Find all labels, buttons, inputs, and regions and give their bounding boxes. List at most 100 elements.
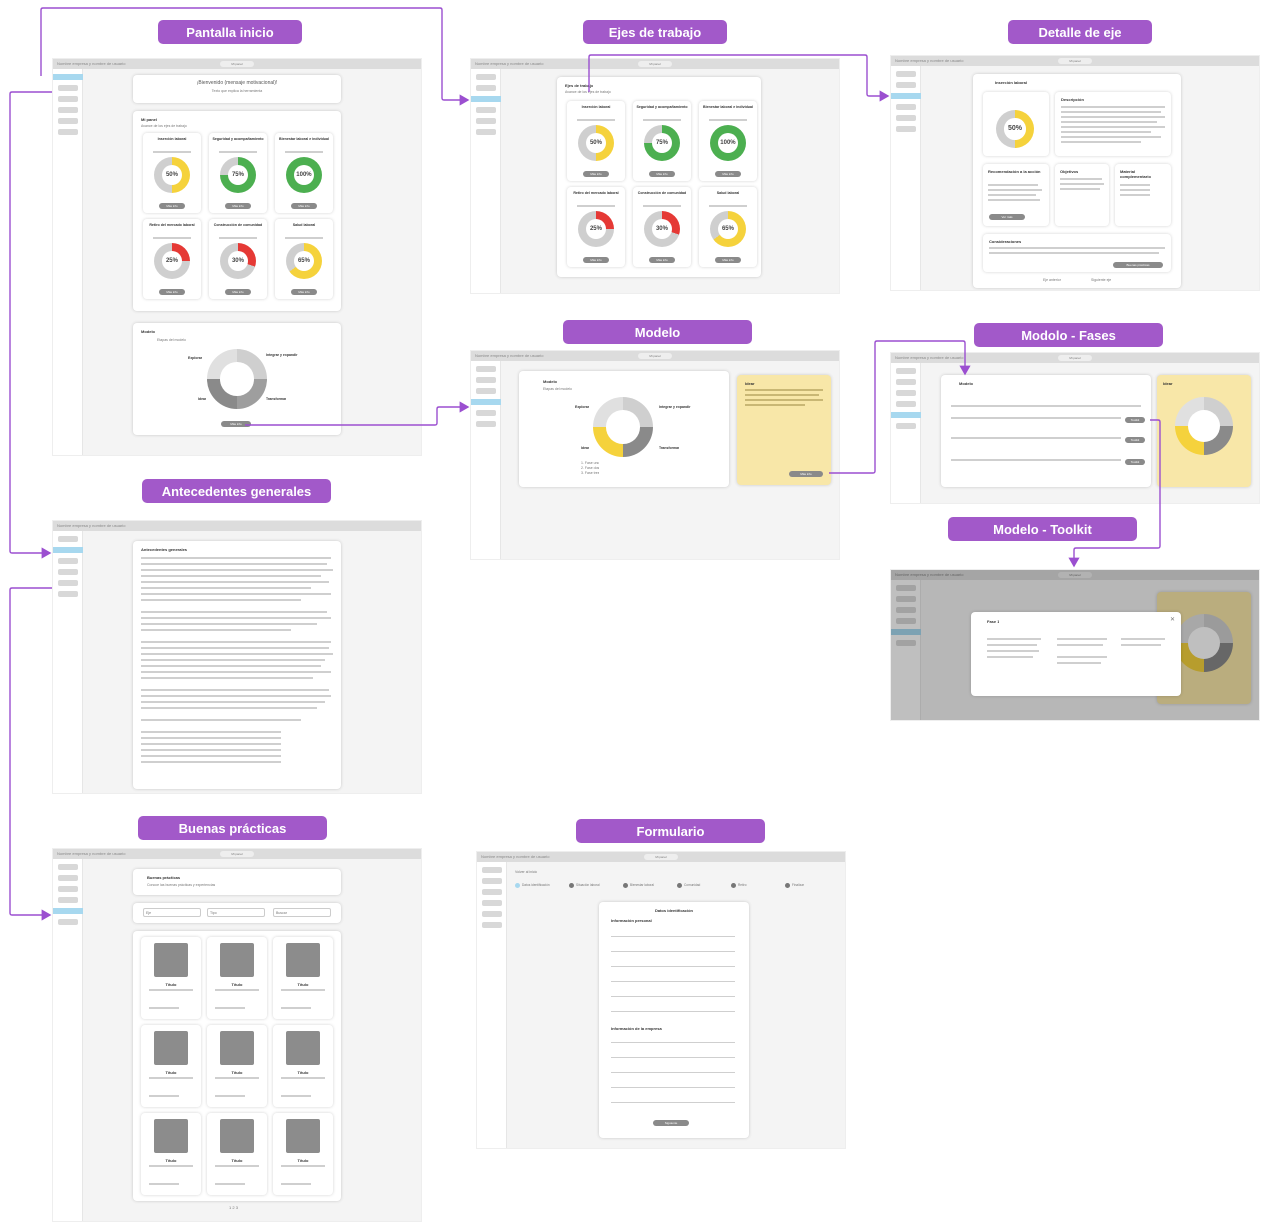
axis-card[interactable]: Salud laboral 65% Más info [275, 219, 333, 299]
axis-card[interactable]: Salud laboral 65% Más info [699, 187, 757, 267]
step-dot[interactable] [623, 883, 628, 888]
more-info-button[interactable]: Más info [225, 203, 251, 209]
step-dot[interactable] [785, 883, 790, 888]
sidebar-item[interactable] [57, 580, 78, 586]
more-info-button[interactable]: Más info [715, 257, 741, 263]
sidebar-item[interactable] [895, 104, 916, 110]
sidebar-item[interactable] [475, 421, 496, 427]
axis-card[interactable]: Bienestar laboral e individual 100% Más in… [699, 101, 757, 181]
form-field[interactable] [611, 1064, 735, 1073]
more-info-button[interactable]: Más info [291, 289, 317, 295]
toolkit-button-1[interactable]: Toolkit [1125, 417, 1145, 423]
sidebar-item[interactable] [895, 126, 916, 132]
practice-card[interactable]: Título [207, 1113, 267, 1195]
step-label[interactable]: Datos identificación [522, 883, 562, 887]
sidebar-item[interactable] [891, 93, 921, 99]
sidebar-item[interactable] [57, 569, 78, 575]
back-link[interactable]: Volver al inicio [515, 870, 537, 874]
detail-more-button[interactable]: Ver más [989, 214, 1025, 220]
sidebar-item[interactable] [53, 74, 83, 80]
sidebar-item[interactable] [475, 85, 496, 91]
sidebar-item[interactable] [57, 875, 78, 881]
practice-card[interactable]: Título [207, 1025, 267, 1107]
panel-pill[interactable]: Mi panel [1058, 355, 1092, 361]
sidebar-item[interactable] [475, 388, 496, 394]
panel-pill[interactable]: Mi panel [644, 854, 678, 860]
form-field[interactable] [611, 1049, 735, 1058]
more-info-button[interactable]: Más info [159, 203, 185, 209]
next-axis-link[interactable]: Siguiente eje [1091, 278, 1111, 282]
sidebar-item[interactable] [57, 96, 78, 102]
sidebar-item[interactable] [57, 897, 78, 903]
sidebar-item[interactable] [481, 911, 502, 917]
axis-card[interactable]: Retiro del mercado laboral 25% Más info [143, 219, 201, 299]
sidebar-item[interactable] [475, 74, 496, 80]
sidebar-item[interactable] [57, 919, 78, 925]
sidebar-item[interactable] [471, 399, 501, 405]
axis-card[interactable]: Inserción laboral 50% Más info [567, 101, 625, 181]
more-info-button[interactable]: Más info [715, 171, 741, 177]
submit-button[interactable]: Siguiente [653, 1120, 689, 1126]
panel-pill[interactable]: Mi panel [1058, 58, 1092, 64]
form-field[interactable] [611, 1003, 735, 1012]
sidebar-item[interactable] [481, 889, 502, 895]
form-field[interactable] [611, 988, 735, 997]
sidebar-item[interactable] [57, 886, 78, 892]
sidebar-item[interactable] [475, 366, 496, 372]
sidebar-item[interactable] [57, 591, 78, 597]
sidebar-item[interactable] [895, 401, 916, 407]
page-3[interactable]: 3 [236, 1205, 238, 1210]
sidebar-item[interactable] [57, 118, 78, 124]
panel-pill[interactable]: Mi panel [638, 61, 672, 67]
practice-card[interactable]: Título [273, 1025, 333, 1107]
filter-axis-select[interactable]: Eje [143, 908, 201, 917]
sidebar-item[interactable] [475, 107, 496, 113]
panel-pill[interactable]: Mi panel [220, 61, 254, 67]
sidebar-item[interactable] [891, 412, 921, 418]
sidebar-item[interactable] [895, 379, 916, 385]
step-dot[interactable] [677, 883, 682, 888]
modelo-more-info-button[interactable]: Más info [789, 471, 823, 477]
practice-card[interactable]: Título [141, 1113, 201, 1195]
sidebar-item[interactable] [481, 878, 502, 884]
step-label[interactable]: Situación laboral [576, 883, 616, 887]
step-dot[interactable] [731, 883, 736, 888]
form-field[interactable] [611, 928, 735, 937]
practice-card[interactable]: Título [141, 937, 201, 1019]
more-info-button[interactable]: Más info [225, 289, 251, 295]
practice-card[interactable]: Título [273, 937, 333, 1019]
sidebar-item[interactable] [895, 71, 916, 77]
axis-card[interactable]: Retiro del mercado laboral 25% Más info [567, 187, 625, 267]
form-field[interactable] [611, 1079, 735, 1088]
practice-card[interactable]: Título [141, 1025, 201, 1107]
step-label[interactable]: Comunidad [684, 883, 724, 887]
form-field[interactable] [611, 973, 735, 982]
sidebar-item[interactable] [57, 107, 78, 113]
sidebar-item[interactable] [57, 558, 78, 564]
page-2[interactable]: 2 [232, 1205, 234, 1210]
axis-card[interactable]: Seguridad y acompañamiento 75% Más info [633, 101, 691, 181]
sidebar-item[interactable] [53, 908, 83, 914]
more-info-button[interactable]: Más info [291, 203, 317, 209]
sidebar-item[interactable] [475, 410, 496, 416]
toolkit-button-2[interactable]: Toolkit [1125, 437, 1145, 443]
search-input[interactable]: Buscar [273, 908, 331, 917]
sidebar-item[interactable] [57, 85, 78, 91]
sidebar-item[interactable] [471, 96, 501, 102]
sidebar-item[interactable] [475, 118, 496, 124]
step-label[interactable]: Finalizar [792, 883, 832, 887]
form-field[interactable] [611, 943, 735, 952]
sidebar-item[interactable] [481, 922, 502, 928]
panel-pill[interactable]: Mi panel [638, 353, 672, 359]
more-info-button[interactable]: Más info [649, 257, 675, 263]
more-info-button[interactable]: Más info [583, 257, 609, 263]
axis-card[interactable]: Construcción de comunidad 30% Más info [209, 219, 267, 299]
sidebar-item[interactable] [475, 129, 496, 135]
axis-card[interactable]: Bienestar laboral e individual 100% Más in… [275, 133, 333, 213]
step-label[interactable]: Retiro [738, 883, 778, 887]
practices-button[interactable]: Buenas prácticas [1113, 262, 1163, 268]
practice-card[interactable]: Título [207, 937, 267, 1019]
sidebar-item[interactable] [481, 867, 502, 873]
sidebar-item[interactable] [481, 900, 502, 906]
more-info-button[interactable]: Más info [583, 171, 609, 177]
